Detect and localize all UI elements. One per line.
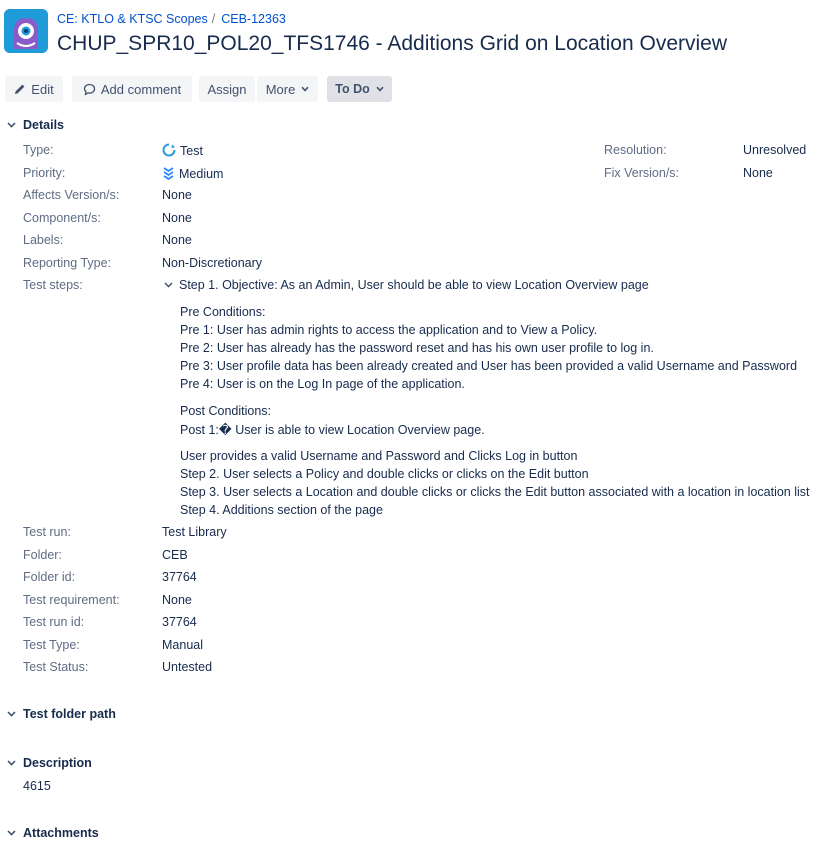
breadcrumb: CE: KTLO & KTSC Scopes / CEB-12363 (57, 12, 286, 26)
breadcrumb-separator: / (211, 12, 216, 26)
pre-condition-1: Pre 1: User has admin rights to access t… (180, 323, 598, 337)
status-dropdown[interactable]: To Do (327, 76, 392, 102)
labels-label: Labels: (23, 233, 64, 247)
type-value-text: Test (180, 144, 203, 158)
pre-condition-2: Pre 2: User has already has the password… (180, 341, 654, 355)
test-status-value: Untested (162, 660, 213, 674)
test-requirement-label: Test requirement: (23, 593, 120, 607)
post-condition-1: Post 1:� User is able to view Location O… (180, 423, 485, 437)
test-type-icon (162, 143, 176, 157)
assign-button[interactable]: Assign (199, 76, 255, 102)
components-value: None (162, 211, 192, 225)
description-title: Description (23, 756, 92, 770)
test-status-label: Test Status: (23, 660, 89, 674)
folder-id-value: 37764 (162, 570, 197, 584)
chevron-down-icon (5, 757, 17, 769)
fix-version-label: Fix Version/s: (604, 166, 680, 180)
add-comment-button-label: Add comment (100, 81, 182, 97)
post-conditions-title: Post Conditions: (180, 404, 272, 418)
priority-value-text: Medium (179, 167, 224, 181)
breadcrumb-project-link[interactable]: CE: KTLO & KTSC Scopes (57, 12, 208, 26)
fix-version-value: None (743, 166, 773, 180)
step-1-toggle[interactable]: Step 1. Objective: As an Admin, User sho… (164, 278, 649, 292)
step-line-4: Step 4. Additions section of the page (180, 503, 383, 517)
details-section-title: Details (23, 118, 64, 132)
attachments-title: Attachments (23, 826, 99, 840)
project-avatar[interactable] (4, 9, 48, 53)
chevron-down-icon (5, 827, 17, 839)
type-label: Type: (23, 143, 54, 157)
test-run-label: Test run: (23, 525, 71, 539)
pre-condition-3: Pre 3: User profile data has been alread… (180, 359, 798, 373)
type-value: Test (162, 143, 203, 158)
labels-value[interactable]: None (162, 233, 192, 247)
comment-icon (83, 83, 96, 96)
priority-value: Medium (162, 166, 223, 181)
chevron-down-icon (164, 282, 173, 288)
test-run-id-value: 37764 (162, 615, 197, 629)
assign-button-label: Assign (207, 81, 247, 97)
attachments-section-toggle[interactable]: Attachments (5, 826, 99, 840)
description-section-toggle[interactable]: Description (5, 756, 92, 770)
chevron-down-icon (376, 86, 384, 92)
edit-button[interactable]: Edit (5, 76, 63, 102)
step-1-header: Step 1. Objective: As an Admin, User sho… (179, 278, 649, 292)
chevron-down-icon (5, 708, 17, 720)
status-label: To Do (335, 82, 370, 96)
more-button-label: More (265, 81, 296, 97)
components-label: Component/s: (23, 211, 101, 225)
test-folder-path-title: Test folder path (23, 707, 116, 721)
resolution-label: Resolution: (604, 143, 667, 157)
folder-label: Folder: (23, 548, 62, 562)
chevron-down-icon (5, 119, 17, 131)
pencil-icon (15, 84, 25, 94)
test-run-value: Test Library (162, 525, 227, 539)
issue-title[interactable]: CHUP_SPR10_POL20_TFS1746 - Additions Gri… (57, 32, 727, 56)
test-folder-path-section-toggle[interactable]: Test folder path (5, 707, 116, 721)
step-line-3: Step 3. User selects a Location and doub… (180, 485, 810, 499)
step-line-2: Step 2. User selects a Policy and double… (180, 467, 589, 481)
chevron-down-icon (301, 86, 309, 92)
details-section-toggle[interactable]: Details (5, 118, 64, 132)
test-type-label: Test Type: (23, 638, 80, 652)
priority-label: Priority: (23, 166, 66, 180)
test-run-id-label: Test run id: (23, 615, 85, 629)
reporting-type-label: Reporting Type: (23, 256, 112, 270)
folder-value: CEB (162, 548, 188, 562)
more-button[interactable]: More (257, 76, 318, 102)
breadcrumb-issue-key-link[interactable]: CEB-12363 (221, 12, 286, 26)
test-requirement-value: None (162, 593, 192, 607)
affects-version-value: None (162, 188, 192, 202)
test-steps-label: Test steps: (23, 278, 83, 292)
resolution-value: Unresolved (743, 143, 807, 157)
affects-version-label: Affects Version/s: (23, 188, 120, 202)
edit-button-label: Edit (31, 81, 54, 97)
project-avatar-icon (4, 9, 48, 53)
pre-conditions-title: Pre Conditions: (180, 305, 266, 319)
step-line-1: User provides a valid Username and Passw… (180, 449, 578, 463)
pre-condition-4: Pre 4: User is on the Log In page of the… (180, 377, 465, 391)
add-comment-button[interactable]: Add comment (72, 76, 192, 102)
test-type-value: Manual (162, 638, 203, 652)
description-value[interactable]: 4615 (23, 779, 51, 793)
folder-id-label: Folder id: (23, 570, 76, 584)
reporting-type-value: Non-Discretionary (162, 256, 263, 270)
priority-medium-icon (163, 167, 174, 180)
